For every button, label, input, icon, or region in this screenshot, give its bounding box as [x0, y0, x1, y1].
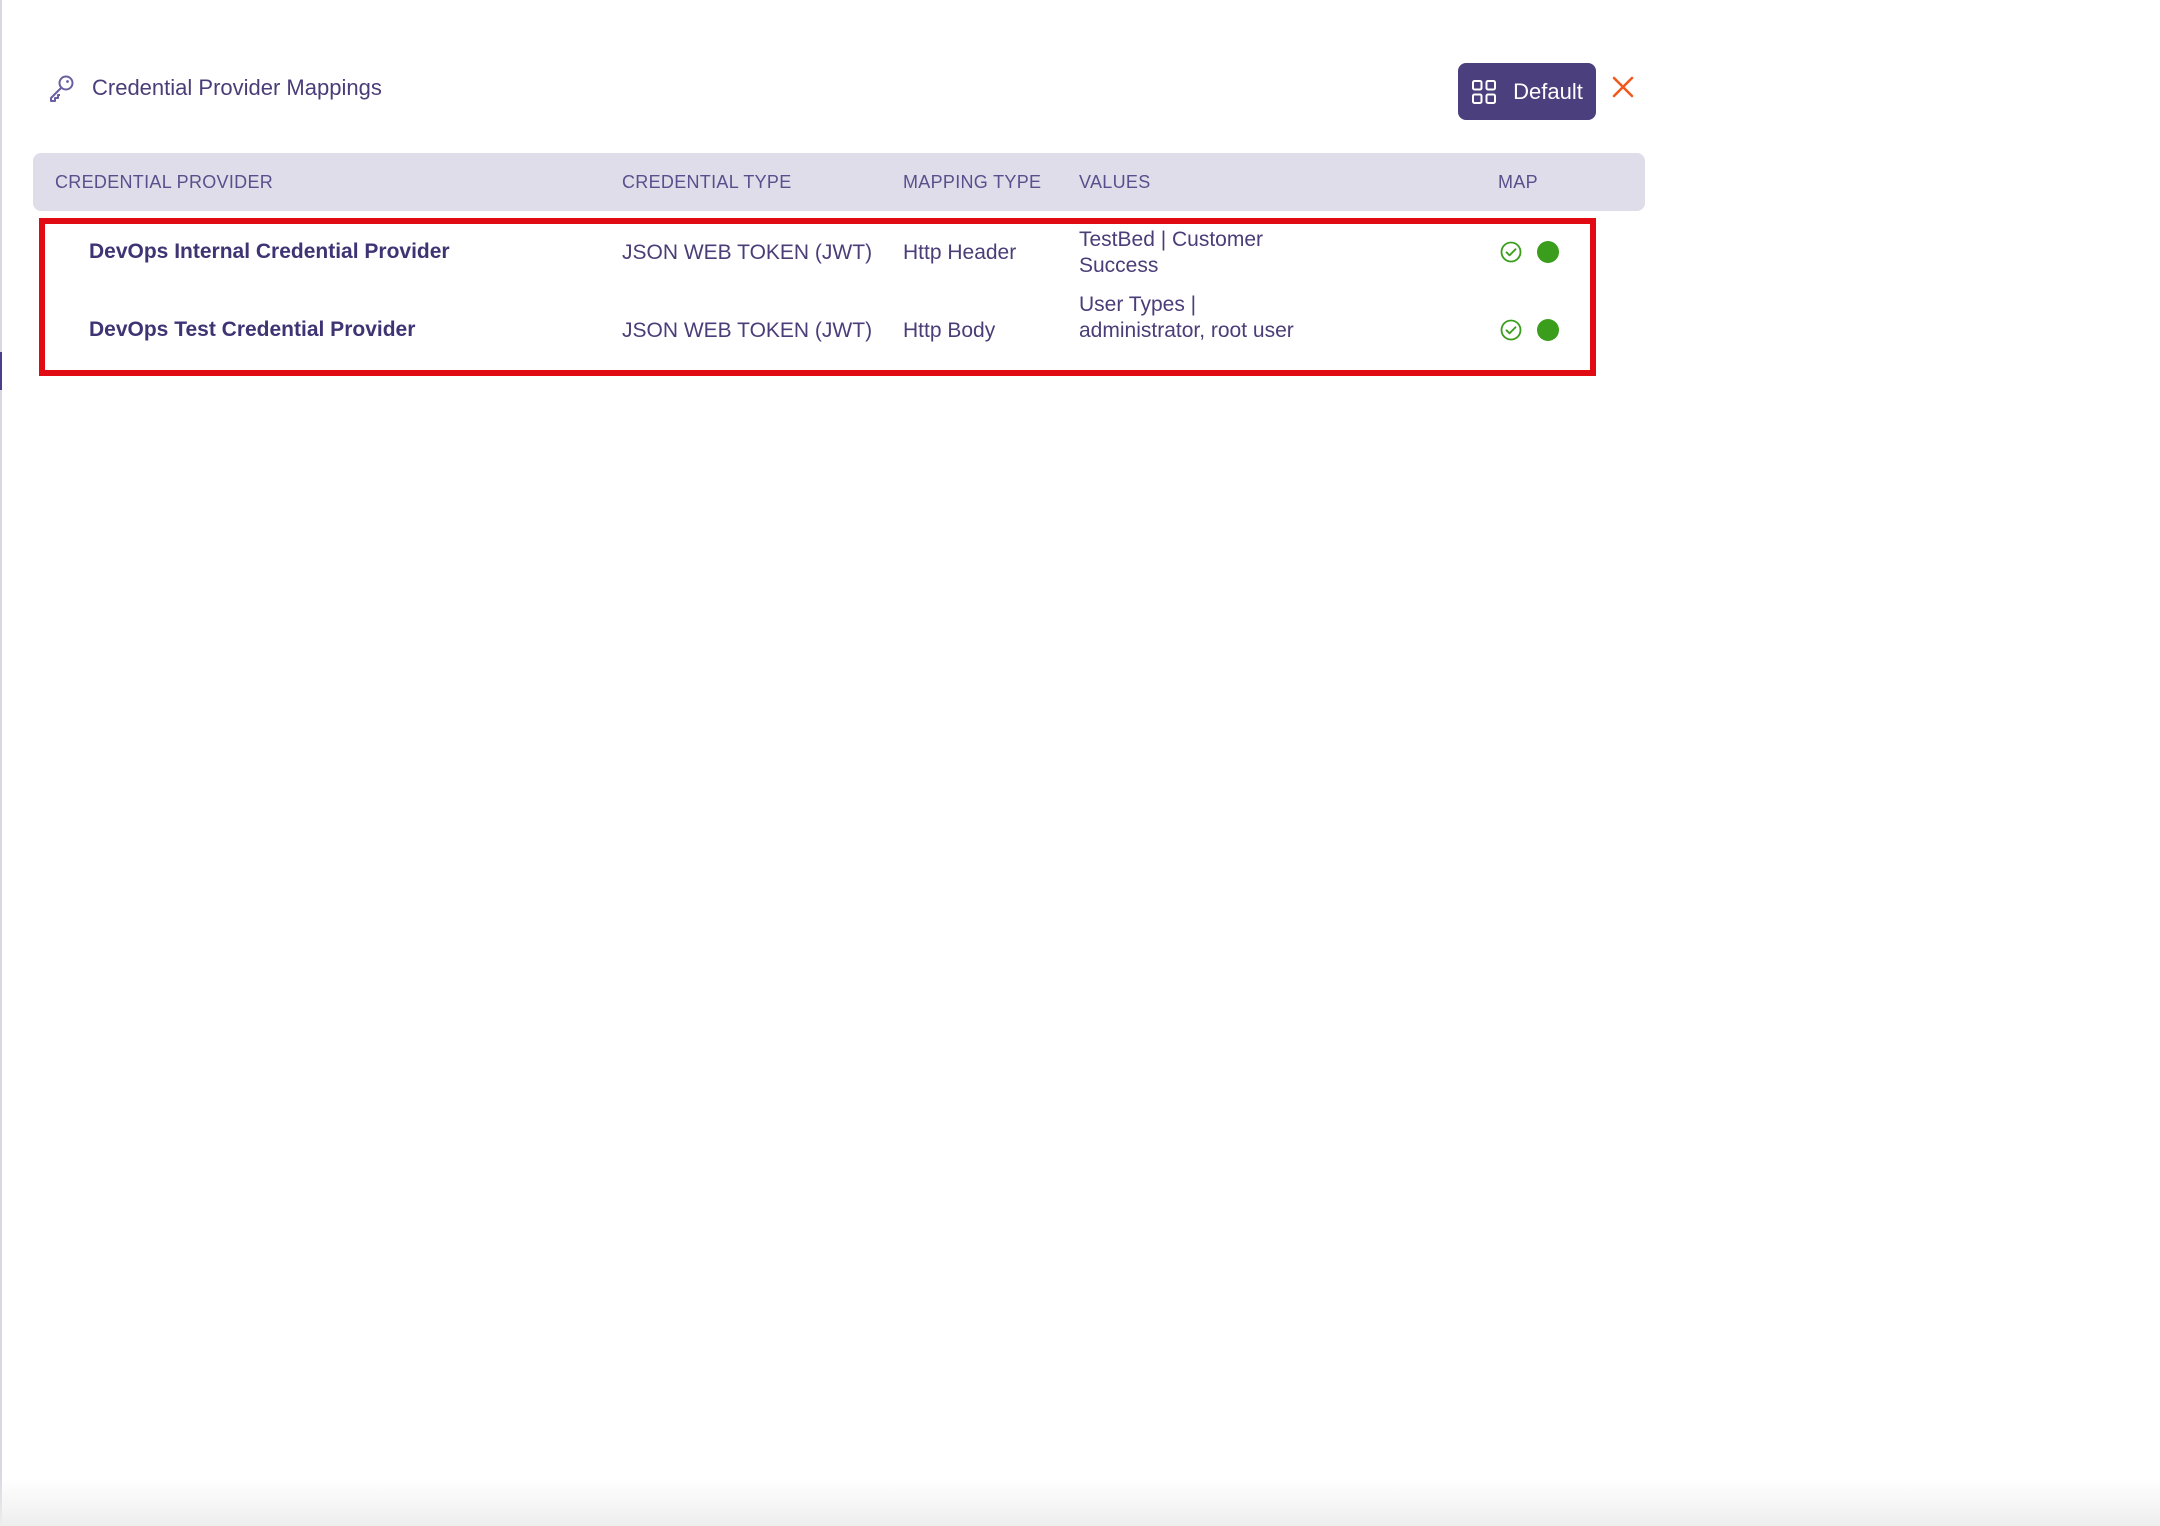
column-header-map[interactable]: MAP — [1498, 153, 1538, 211]
grid-icon — [1472, 79, 1497, 104]
key-icon — [50, 75, 74, 102]
close-icon — [1612, 76, 1634, 98]
page-title: Credential Provider Mappings — [92, 75, 382, 100]
column-header-credential-provider[interactable]: CREDENTIAL PROVIDER — [55, 153, 273, 211]
default-view-button[interactable]: Default — [1458, 63, 1596, 120]
column-header-mapping-type[interactable]: MAPPING TYPE — [903, 153, 1041, 211]
bottom-edge-shadow — [0, 1478, 2160, 1526]
table-header: CREDENTIAL PROVIDER CREDENTIAL TYPE MAPP… — [33, 153, 1645, 211]
column-header-values[interactable]: VALUES — [1079, 153, 1151, 211]
column-header-credential-type[interactable]: CREDENTIAL TYPE — [622, 153, 792, 211]
highlight-box — [39, 218, 1596, 376]
default-button-label: Default — [1513, 78, 1583, 104]
page-header: Credential Provider Mappings — [46, 72, 382, 104]
close-button[interactable] — [1608, 72, 1638, 102]
